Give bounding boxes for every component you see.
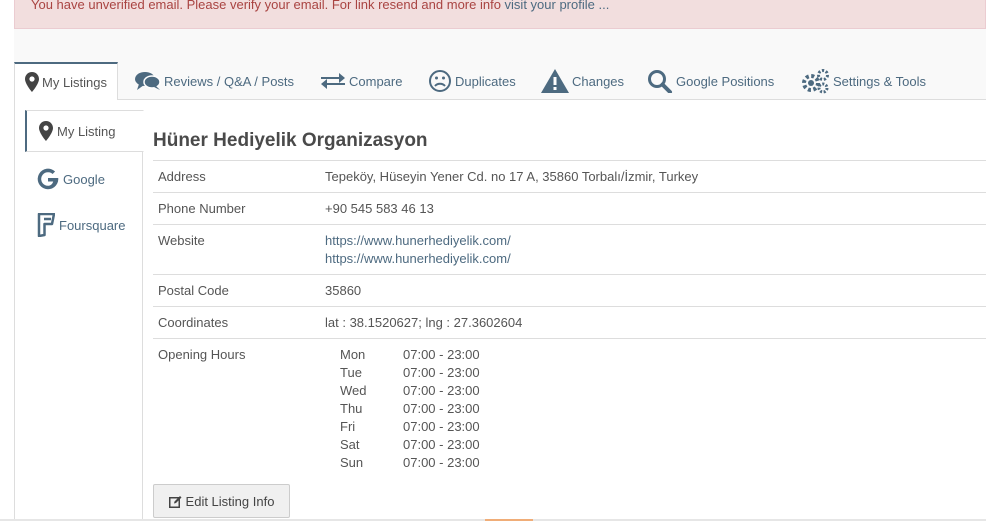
sidenav-label: Foursquare bbox=[59, 217, 126, 233]
hours-time: 07:00 - 23:00 bbox=[403, 365, 480, 380]
table-row: Website https://www.hunerhediyelik.com/ … bbox=[153, 224, 986, 275]
opening-hours-value: Mon 07:00 - 23:00 Tue 07:00 - 23:00 Wed 07:… bbox=[320, 338, 986, 478]
tab-compare[interactable]: Compare bbox=[320, 62, 402, 100]
postal-code-value: 35860 bbox=[320, 274, 986, 307]
hours-time: 07:00 - 23:00 bbox=[403, 347, 480, 362]
hours-time: 07:00 - 23:00 bbox=[403, 455, 480, 470]
coordinates-label: Coordinates bbox=[153, 306, 320, 339]
hours-row: Sat 07:00 - 23:00 bbox=[340, 436, 981, 454]
tab-duplicates[interactable]: Duplicates bbox=[428, 62, 516, 100]
warning-icon bbox=[541, 69, 569, 93]
hours-row: Thu 07:00 - 23:00 bbox=[340, 400, 981, 418]
hours-day: Tue bbox=[340, 365, 362, 380]
hours-row: Tue 07:00 - 23:00 bbox=[340, 364, 981, 382]
tab-label: Reviews / Q&A / Posts bbox=[164, 73, 295, 89]
table-row: Phone Number +90 545 583 46 13 bbox=[153, 192, 986, 225]
hours-day: Thu bbox=[340, 401, 363, 416]
tab-label: My Listings bbox=[42, 74, 108, 90]
table-row: Address Tepeköy, Hüseyin Yener Cd. no 17… bbox=[153, 160, 986, 193]
comments-icon bbox=[135, 71, 161, 91]
main-tabs: My Listings Reviews / Q&A / Posts Compar… bbox=[14, 62, 986, 101]
address-label: Address bbox=[153, 160, 320, 193]
hours-time: 07:00 - 23:00 bbox=[403, 437, 480, 452]
hours-row: Sun 07:00 - 23:00 bbox=[340, 454, 981, 472]
visit-profile-link[interactable]: visit your profile ... bbox=[505, 0, 610, 12]
edit-icon bbox=[168, 495, 182, 508]
hours-time: 07:00 - 23:00 bbox=[403, 401, 480, 416]
edit-listing-info-button[interactable]: Edit Listing Info bbox=[153, 484, 290, 518]
table-row: Coordinates lat : 38.1520627; lng : 27.3… bbox=[153, 306, 986, 339]
website-value: https://www.hunerhediyelik.com/ https://… bbox=[320, 224, 986, 275]
opening-hours-list: Mon 07:00 - 23:00 Tue 07:00 - 23:00 Wed 07:… bbox=[325, 346, 981, 472]
sidenav-label: My Listing bbox=[57, 123, 116, 139]
tab-label: Settings & Tools bbox=[833, 73, 926, 89]
hours-day: Sun bbox=[340, 455, 364, 470]
listing-details: Hüner Hediyelik Organizasyon Address Tep… bbox=[153, 126, 986, 478]
hours-day: Fri bbox=[340, 419, 356, 434]
sidenav-item-foursquare[interactable]: Foursquare bbox=[25, 204, 143, 246]
tab-label: Google Positions bbox=[676, 73, 775, 89]
foursquare-icon bbox=[37, 213, 55, 237]
alert-text: You have unverified email. Please verify… bbox=[31, 0, 505, 12]
gears-icon bbox=[800, 68, 830, 94]
exchange-icon bbox=[320, 71, 346, 91]
search-icon bbox=[647, 69, 673, 93]
table-row: Opening Hours Mon 07:00 - 23:00 Tue 07:00 … bbox=[153, 338, 986, 478]
website-label: Website bbox=[153, 224, 320, 275]
edit-button-label: Edit Listing Info bbox=[185, 493, 275, 509]
map-marker-icon bbox=[39, 121, 53, 141]
hours-row: Fri 07:00 - 23:00 bbox=[340, 418, 981, 436]
sidenav-item-my-listing[interactable]: My Listing bbox=[25, 110, 144, 152]
sidenav-label: Google bbox=[63, 171, 105, 187]
listing-title: Hüner Hediyelik Organizasyon bbox=[153, 130, 428, 151]
sidenav-item-google[interactable]: Google bbox=[25, 158, 143, 200]
opening-hours-label: Opening Hours bbox=[153, 338, 320, 478]
hours-row: Wed 07:00 - 23:00 bbox=[340, 382, 981, 400]
tab-my-listings[interactable]: My Listings bbox=[14, 62, 119, 101]
frown-icon bbox=[428, 69, 452, 93]
phone-value: +90 545 583 46 13 bbox=[320, 192, 986, 225]
coordinates-value: lat : 38.1520627; lng : 27.3602604 bbox=[320, 306, 986, 339]
website-link[interactable]: https://www.hunerhediyelik.com/ bbox=[325, 232, 981, 250]
address-value: Tepeköy, Hüseyin Yener Cd. no 17 A, 3586… bbox=[320, 160, 986, 193]
tab-label: Changes bbox=[572, 73, 625, 89]
phone-label: Phone Number bbox=[153, 192, 320, 225]
hours-day: Mon bbox=[340, 347, 366, 362]
hours-day: Sat bbox=[340, 437, 360, 452]
tab-label: Duplicates bbox=[455, 73, 516, 89]
tab-reviews[interactable]: Reviews / Q&A / Posts bbox=[135, 62, 294, 100]
postal-code-label: Postal Code bbox=[153, 274, 320, 307]
hours-day: Wed bbox=[340, 383, 367, 398]
tab-google-positions[interactable]: Google Positions bbox=[647, 62, 774, 100]
tab-settings-tools[interactable]: Settings & Tools bbox=[800, 62, 926, 100]
tab-changes[interactable]: Changes bbox=[541, 62, 624, 100]
google-icon bbox=[37, 168, 59, 190]
hours-row: Mon 07:00 - 23:00 bbox=[340, 346, 981, 364]
listing-info-table: Address Tepeköy, Hüseyin Yener Cd. no 17… bbox=[153, 160, 986, 478]
table-row: Postal Code 35860 bbox=[153, 274, 986, 307]
hours-time: 07:00 - 23:00 bbox=[403, 419, 480, 434]
hours-time: 07:00 - 23:00 bbox=[403, 383, 480, 398]
unverified-email-alert: You have unverified email. Please verify… bbox=[14, 0, 986, 29]
website-link[interactable]: https://www.hunerhediyelik.com/ bbox=[325, 250, 981, 268]
map-marker-icon bbox=[25, 72, 39, 92]
tab-label: Compare bbox=[349, 73, 403, 89]
listing-source-nav: My Listing Google Foursquare bbox=[25, 110, 144, 521]
